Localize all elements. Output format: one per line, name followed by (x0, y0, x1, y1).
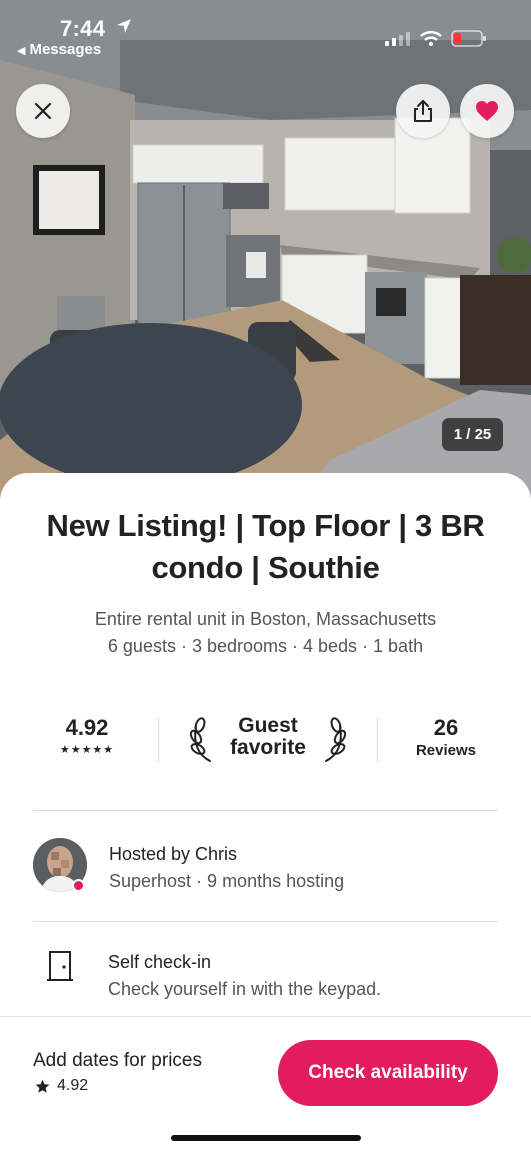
home-indicator[interactable] (171, 1135, 361, 1141)
star-icon (35, 1079, 50, 1093)
stat-divider (377, 717, 378, 763)
close-button[interactable] (16, 84, 70, 138)
check-availability-button[interactable]: Check availability (278, 1040, 498, 1106)
back-app-label: Messages (29, 41, 102, 58)
reviews-count: 26 (433, 715, 459, 740)
host-row[interactable]: Hosted by Chris Superhost · 9 months hos… (33, 838, 498, 898)
wifi-icon (420, 30, 442, 46)
photo-counter: 1 / 25 (442, 418, 503, 451)
status-indicators (385, 30, 487, 47)
rating-stat[interactable]: 4.92 ★★★★★ (33, 715, 141, 756)
stat-divider (158, 717, 159, 763)
checkin-description: Check yourself in with the keypad. (108, 979, 382, 999)
signal-icon (385, 31, 410, 46)
rating-stars: ★★★★★ (59, 744, 115, 756)
door-icon (47, 951, 73, 981)
checkin-title: Self check-in (108, 952, 212, 972)
laurel-left-icon (190, 717, 211, 762)
rating-value: 4.92 (65, 715, 109, 740)
listing-title: New Listing! | Top Floor | 3 BR condo | … (20, 505, 511, 589)
battery-icon (451, 30, 486, 47)
listing-subtitle: Entire rental unit in Boston, Massachuse… (94, 609, 437, 629)
self-checkin-highlight: Self check-in Check yourself in with the… (33, 946, 498, 1006)
listing-title-line1: New Listing! | Top Floor | 3 BR (46, 508, 485, 543)
reviews-label: Reviews (415, 742, 477, 759)
section-divider (33, 921, 498, 922)
footer-rating: 4.92 (35, 1077, 88, 1095)
booking-footer: Add dates for prices 4.92 Check availabi… (0, 1016, 531, 1152)
section-divider (33, 810, 498, 811)
status-bar: 7:44 ◀ Messages (0, 0, 531, 64)
back-caret-icon: ◀ (17, 45, 26, 57)
heart-icon (476, 101, 498, 121)
listing-title-line2: condo | Southie (151, 550, 380, 585)
save-to-wishlist-button[interactable] (460, 84, 514, 138)
reviews-stat[interactable]: 26 Reviews (401, 715, 491, 759)
back-to-messages-link[interactable]: ◀ Messages (17, 41, 101, 58)
guest-favorite-badge[interactable]: Guest favorite (188, 713, 348, 767)
share-icon (414, 100, 432, 122)
host-name: Hosted by Chris (109, 844, 238, 864)
listing-photo-carousel[interactable]: 7:44 ◀ Messages 1 / 25 (0, 0, 531, 500)
guest-favorite-line2: favorite (230, 736, 306, 759)
footer-rating-value: 4.92 (57, 1077, 89, 1094)
guest-favorite-line1: Guest (238, 714, 298, 737)
listing-stats: 4.92 ★★★★★ Guest favorite 26 Reviews (33, 713, 498, 773)
status-time: 7:44 (60, 16, 106, 41)
host-meta: Superhost · 9 months hosting (109, 871, 345, 891)
laurel-right-icon (325, 717, 346, 762)
superhost-badge (72, 879, 85, 892)
navigation-arrow-icon (117, 19, 131, 33)
close-icon (34, 102, 52, 120)
guest-favorite-text: Guest favorite (216, 715, 320, 759)
listing-facts: 6 guests · 3 bedrooms · 4 beds · 1 bath (107, 636, 424, 656)
share-button[interactable] (396, 84, 450, 138)
add-dates-prompt[interactable]: Add dates for prices (33, 1050, 202, 1072)
